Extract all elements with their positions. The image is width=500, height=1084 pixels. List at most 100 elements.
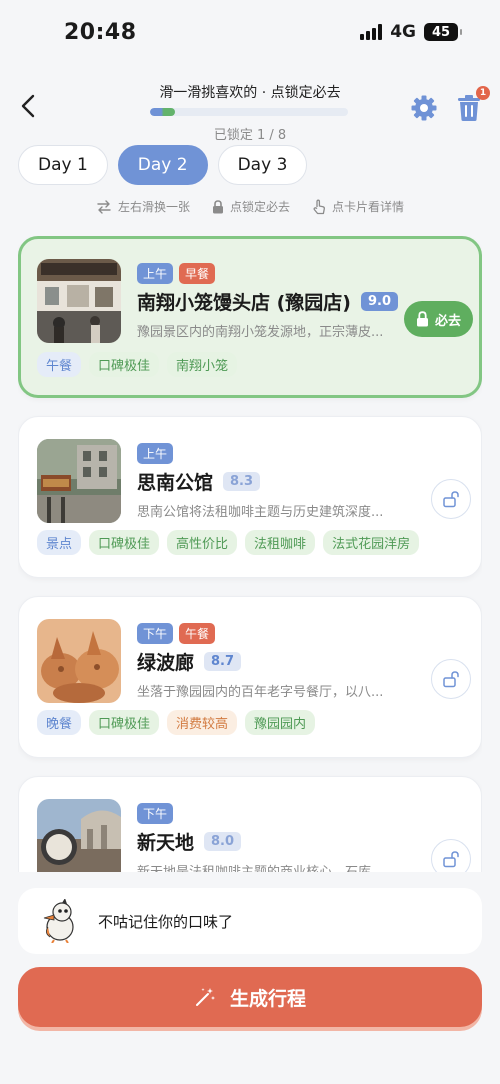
lock-progress-fill — [150, 108, 175, 116]
title-row: 新天地 8.0 — [137, 828, 411, 855]
lock-toggle-button[interactable] — [431, 839, 471, 872]
place-card-body: 上午 思南公馆 8.3 思南公馆将法租咖啡主题与历史建筑深度... — [137, 443, 411, 520]
magic-wand-icon — [195, 988, 215, 1006]
hint-lock-text: 点锁定必去 — [229, 200, 290, 214]
category-chip: 晚餐 — [37, 710, 82, 735]
header-center: 滑一滑挑喜欢的 · 点锁定必去 已锁定 1 / 8 — [150, 82, 350, 143]
place-description: 新天地是法租咖啡主题的商业核心、石库... — [137, 861, 403, 872]
place-card-list: 上午 早餐 南翔小笼馒头店 (豫园店) 9.0 豫园景区内的南翔小笼发源地，正宗… — [18, 236, 482, 872]
lock-label: 必去 — [434, 313, 461, 329]
lock-icon — [212, 199, 223, 213]
score-badge: 8.3 — [223, 472, 261, 491]
feature-chip: 高性价比 — [167, 530, 238, 555]
place-photo — [37, 259, 121, 343]
place-card[interactable]: 上午 思南公馆 8.3 思南公馆将法租咖啡主题与历史建筑深度... 景点 口碑极… — [18, 416, 482, 578]
feature-chip: 法租咖啡 — [245, 530, 316, 555]
tag-row: 下午 — [137, 803, 411, 824]
place-card-body: 下午 午餐 绿波廊 8.7 坐落于豫园园内的百年老字号餐厅，以八... — [137, 623, 411, 700]
place-title: 思南公馆 — [137, 472, 214, 494]
unlock-icon — [443, 851, 459, 868]
settings-button[interactable] — [410, 94, 438, 122]
chip-row: 景点 口碑极佳 高性价比 法租咖啡 法式花园洋房 — [37, 530, 420, 555]
unlock-icon — [443, 671, 459, 688]
place-photo — [37, 439, 121, 523]
hint-swipe: 左右滑换一张 — [96, 198, 190, 215]
tag-row: 上午 — [137, 443, 411, 464]
tab-day-2[interactable]: Day 2 — [117, 145, 208, 185]
header: 滑一滑挑喜欢的 · 点锁定必去 已锁定 1 / 8 1 — [0, 70, 500, 143]
tab-day-1[interactable]: Day 1 — [18, 145, 108, 185]
mascot-message: 不咕记住你的口味了 — [98, 912, 234, 931]
battery-icon: 45 — [424, 23, 462, 41]
place-card[interactable]: 上午 早餐 南翔小笼馒头店 (豫园店) 9.0 豫园景区内的南翔小笼发源地，正宗… — [18, 236, 482, 398]
tab-day-3[interactable]: Day 3 — [217, 145, 308, 185]
chevron-left-icon — [21, 94, 35, 118]
place-description: 坐落于豫园园内的百年老字号餐厅，以八... — [137, 685, 384, 700]
time-tag: 下午 — [137, 623, 174, 644]
mascot-bar: 不咕记住你的口味了 — [18, 888, 482, 954]
trash-button[interactable]: 1 — [456, 86, 490, 122]
lock-icon — [416, 311, 428, 327]
day-tabs: Day 1 Day 2 Day 3 — [18, 145, 308, 185]
feature-chip: 口碑极佳 — [89, 352, 160, 377]
feature-chip: 豫园园内 — [245, 710, 316, 735]
place-title: 新天地 — [137, 832, 195, 854]
trash-count-badge: 1 — [476, 86, 490, 100]
score-badge: 9.0 — [360, 292, 399, 311]
title-row: 思南公馆 8.3 — [137, 468, 411, 495]
lock-toggle-button[interactable] — [431, 659, 471, 699]
chip-row: 午餐 口碑极佳 南翔小笼 — [37, 352, 238, 377]
status-bar: 20:48 4G 45 — [0, 0, 500, 66]
place-card[interactable]: 下午 午餐 绿波廊 8.7 坐落于豫园园内的百年老字号餐厅，以八... 晚餐 口… — [18, 596, 482, 758]
hint-swipe-text: 左右滑换一张 — [117, 200, 190, 214]
place-title: 绿波廊 — [137, 652, 195, 674]
bird-mascot-icon — [43, 899, 74, 943]
generate-label: 生成行程 — [229, 987, 306, 1010]
battery-level: 45 — [431, 24, 451, 40]
place-card-body: 上午 早餐 南翔小笼馒头店 (豫园店) 9.0 豫园景区内的南翔小笼发源地，正宗… — [137, 263, 409, 340]
back-button[interactable] — [14, 92, 42, 120]
place-title: 南翔小笼馒头店 (豫园店) — [137, 292, 351, 314]
chip-row: 晚餐 口碑极佳 消费较高 豫园园内 — [37, 710, 316, 735]
lock-toggle-button[interactable] — [431, 479, 471, 519]
place-card-body: 下午 新天地 8.0 新天地是法租咖啡主题的商业核心、石库... — [137, 803, 411, 872]
place-description: 豫园景区内的南翔小笼发源地，正宗薄皮... — [137, 325, 384, 340]
feature-chip: 法式花园洋房 — [323, 530, 420, 555]
page-title: 滑一滑挑喜欢的 · 点锁定必去 — [159, 85, 341, 101]
feature-chip: 消费较高 — [167, 710, 238, 735]
category-chip: 午餐 — [37, 352, 82, 377]
tag-row: 上午 早餐 — [137, 263, 409, 284]
lock-progress-bar — [150, 108, 348, 116]
place-photo — [37, 619, 121, 703]
generate-itinerary-button[interactable]: 生成行程 — [18, 967, 482, 1027]
place-photo — [37, 799, 121, 872]
hint-tap: 点卡片看详情 — [312, 198, 404, 215]
gear-icon — [411, 95, 437, 121]
hint-row: 左右滑换一张 点锁定必去 点卡片看详情 — [0, 198, 500, 215]
hint-lock: 点锁定必去 — [212, 198, 290, 215]
score-badge: 8.0 — [204, 832, 242, 851]
place-description: 思南公馆将法租咖啡主题与历史建筑深度... — [137, 505, 384, 520]
category-chip: 景点 — [37, 530, 82, 555]
status-indicators: 4G 45 — [360, 22, 462, 42]
hint-tap-text: 点卡片看详情 — [332, 200, 405, 214]
feature-chip: 口碑极佳 — [89, 530, 160, 555]
feature-chip: 口碑极佳 — [89, 710, 160, 735]
status-time: 20:48 — [64, 20, 137, 45]
tag-row: 下午 午餐 — [137, 623, 411, 644]
place-card[interactable]: 下午 新天地 8.0 新天地是法租咖啡主题的商业核心、石库... — [18, 776, 482, 872]
title-row: 绿波廊 8.7 — [137, 648, 411, 675]
meal-tag: 早餐 — [179, 263, 216, 284]
unlock-icon — [443, 491, 459, 508]
network-label: 4G — [390, 22, 416, 42]
tap-icon — [313, 199, 325, 214]
score-badge: 8.7 — [204, 652, 242, 671]
feature-chip: 南翔小笼 — [167, 352, 238, 377]
locked-count: 已锁定 1 / 8 — [213, 128, 287, 143]
time-tag: 上午 — [137, 443, 174, 464]
lock-toggle-button[interactable]: 必去 — [403, 301, 473, 337]
title-row: 南翔小笼馒头店 (豫园店) 9.0 — [137, 288, 409, 315]
signal-icon — [360, 24, 383, 40]
swap-icon — [97, 199, 111, 214]
time-tag: 下午 — [137, 803, 174, 824]
